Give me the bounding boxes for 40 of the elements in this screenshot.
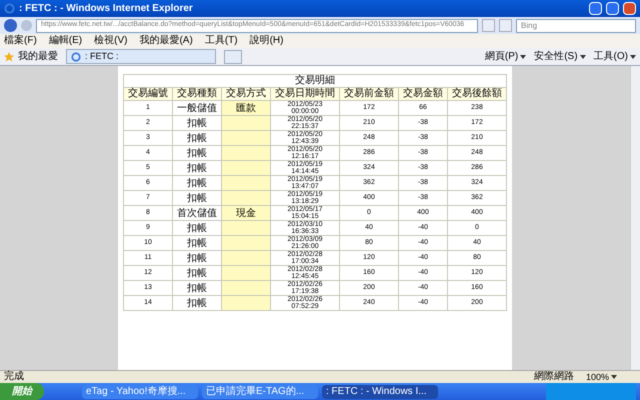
favorites-button[interactable]: 我的最愛 [4, 49, 58, 64]
zoom-control[interactable]: 100% [586, 372, 636, 382]
column-header: 交易日期時間 [270, 88, 340, 100]
column-header: 交易種類 [172, 88, 222, 100]
search-field[interactable]: Bing [516, 18, 636, 32]
column-header: 交易編號 [124, 88, 172, 100]
column-header: 交易前金額 [340, 88, 398, 100]
start-button[interactable]: 開始 [0, 383, 44, 400]
menu-item[interactable]: 檢視(V) [94, 36, 128, 46]
menu-item[interactable]: 檔案(F) [4, 36, 37, 46]
menu-item[interactable]: 工具(T) [204, 36, 238, 46]
caret-icon [580, 54, 586, 58]
caret-icon [611, 375, 618, 379]
table-title: 交易明細 [124, 74, 506, 88]
browser-tab[interactable]: : FETC : [66, 49, 216, 64]
taskbar-button[interactable]: eTag - Yahoo!奇摩搜... [82, 384, 198, 398]
table-cell: 匯款 [222, 100, 270, 116]
star-icon [4, 52, 14, 62]
toolbar-command[interactable]: 網頁(P) [484, 49, 526, 64]
maximize-button[interactable] [606, 2, 619, 15]
zone-text: 網際網路 [534, 372, 574, 382]
forward-button[interactable] [21, 20, 32, 31]
column-header: 交易金額 [398, 88, 448, 100]
taskbar-button[interactable]: : FETC : - Windows I... [322, 384, 438, 398]
menu-item[interactable]: 說明(H) [250, 36, 284, 46]
caret-icon [520, 54, 526, 58]
window-title: : FETC : - Windows Internet Explorer [19, 2, 194, 16]
minimize-button[interactable] [589, 2, 602, 15]
menu-item[interactable]: 編輯(E) [48, 36, 82, 46]
caret-icon [630, 54, 636, 58]
menu-item[interactable]: 我的最愛(A) [139, 36, 193, 46]
toolbar-command[interactable]: 工具(O) [594, 49, 636, 64]
taskbar-button[interactable]: 已申請完畢E-TAG的... [202, 384, 318, 398]
close-button[interactable] [623, 2, 636, 15]
table-cell: 現金 [222, 206, 270, 220]
back-button[interactable] [4, 19, 17, 32]
column-header: 交易後餘額 [448, 88, 506, 100]
toolbar-command[interactable]: 安全性(S) [534, 49, 586, 64]
status-text: 完成 [4, 372, 25, 382]
column-header: 交易方式 [222, 88, 270, 100]
